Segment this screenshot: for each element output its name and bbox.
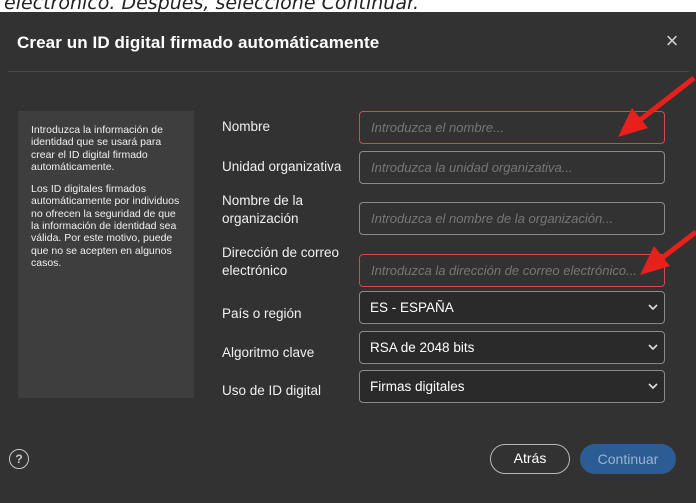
back-button[interactable]: Atrás (490, 444, 570, 474)
continue-button[interactable]: Continuar (580, 444, 676, 474)
instruction-caption: electrónico. Después, seleccione Continu… (4, 0, 420, 12)
close-icon[interactable]: × (661, 30, 683, 52)
digital-id-use-select[interactable]: Firmas digitales (359, 370, 665, 403)
title-divider (8, 71, 689, 72)
digital-id-use-value: Firmas digitales (370, 379, 465, 394)
organizational-unit-field[interactable]: Introduzca la unidad organizativa... (359, 151, 665, 184)
key-algorithm-value: RSA de 2048 bits (370, 340, 475, 355)
chevron-down-icon (648, 383, 658, 390)
help-icon[interactable]: ? (9, 449, 29, 469)
country-label: País o región (222, 306, 302, 321)
chevron-down-icon (648, 304, 658, 311)
info-panel: Introduzca la información de identidad q… (18, 111, 194, 398)
name-field[interactable]: Introduzca el nombre... (359, 111, 665, 144)
email-field[interactable]: Introduzca la dirección de correo electr… (359, 254, 665, 287)
chevron-down-icon (648, 344, 658, 351)
info-paragraph-1: Introduzca la información de identidad q… (31, 124, 163, 173)
dialog-title: Crear un ID digital firmado automáticame… (17, 33, 380, 52)
organization-name-field[interactable]: Introduzca el nombre de la organización.… (359, 202, 665, 235)
digital-id-use-label: Uso de ID digital (222, 383, 322, 398)
country-value: ES - ESPAÑA (370, 300, 454, 315)
name-label: Nombre (222, 119, 271, 134)
info-paragraph-2: Los ID digitales firmados automáticament… (31, 183, 180, 269)
email-label: Dirección de correo electrónico (222, 245, 340, 278)
country-select[interactable]: ES - ESPAÑA (359, 291, 665, 324)
organizational-unit-label: Unidad organizativa (222, 159, 342, 174)
key-algorithm-label: Algoritmo clave (222, 345, 315, 360)
key-algorithm-select[interactable]: RSA de 2048 bits (359, 331, 665, 364)
organization-name-label: Nombre de la organización (222, 193, 304, 226)
create-digital-id-dialog: Crear un ID digital firmado automáticame… (0, 12, 696, 503)
